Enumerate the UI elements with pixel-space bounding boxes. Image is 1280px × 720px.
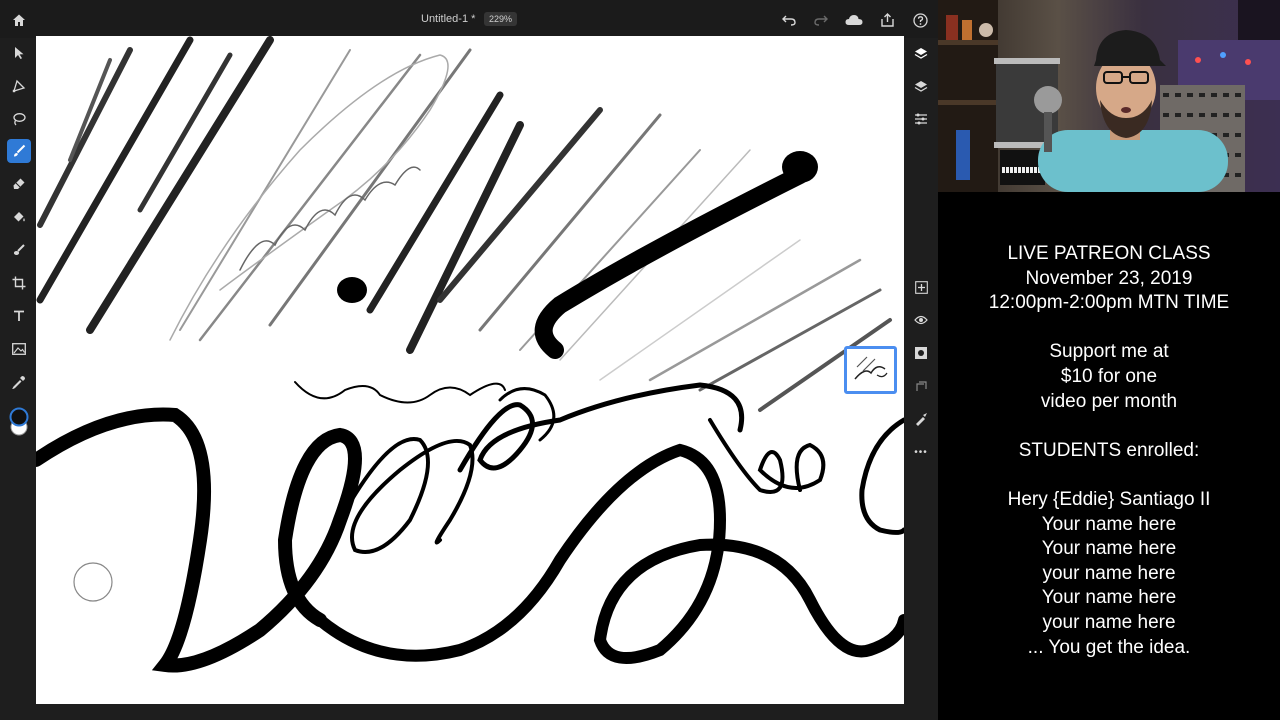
- text-icon[interactable]: [7, 304, 31, 328]
- student-name: Your name here: [1041, 587, 1177, 609]
- paint-adjust-icon[interactable]: [910, 408, 932, 430]
- help-icon[interactable]: [909, 9, 931, 31]
- paint-brush-icon[interactable]: [7, 139, 31, 163]
- webcam-image: [938, 0, 1280, 192]
- more-icon[interactable]: •••: [910, 441, 932, 463]
- select-icon[interactable]: [7, 41, 31, 65]
- lasso-icon[interactable]: [7, 107, 31, 131]
- drawing-canvas[interactable]: [36, 36, 904, 704]
- right-toolbar: •••: [905, 38, 938, 720]
- student-name: Your name here: [1041, 538, 1177, 560]
- artwork: [36, 36, 904, 673]
- student-name: Your name here: [1041, 513, 1177, 535]
- class-time: 12:00pm-2:00pm MTN TIME: [988, 292, 1230, 314]
- adjustments-icon[interactable]: [910, 108, 932, 130]
- redo-icon[interactable]: [810, 9, 832, 31]
- smudge-icon[interactable]: [7, 238, 31, 262]
- support-text-1: Support me at: [1049, 341, 1169, 363]
- cloud-icon[interactable]: [843, 9, 865, 31]
- class-info-panel: LIVE PATREON CLASS November 23, 2019 12:…: [938, 192, 1280, 720]
- transform-icon[interactable]: [7, 74, 31, 98]
- student-name: ... You get the idea.: [1027, 636, 1191, 658]
- left-toolbar: [0, 38, 38, 720]
- class-title: LIVE PATREON CLASS: [1007, 243, 1211, 264]
- layers-icon[interactable]: [910, 43, 932, 65]
- color-swatch-icon[interactable]: [7, 406, 31, 438]
- webcam-feed: [938, 0, 1280, 192]
- support-text-2: $10 for one: [1060, 365, 1158, 387]
- crop-icon[interactable]: [7, 271, 31, 295]
- clipping-icon[interactable]: [910, 375, 932, 397]
- undo-icon[interactable]: [778, 9, 800, 31]
- share-icon[interactable]: [876, 9, 898, 31]
- student-name: your name here: [1042, 611, 1176, 633]
- eraser-icon[interactable]: [7, 172, 31, 196]
- visibility-icon[interactable]: [910, 309, 932, 331]
- fill-icon[interactable]: [7, 205, 31, 229]
- layer-thumbnail[interactable]: [844, 346, 897, 394]
- home-icon[interactable]: [8, 9, 30, 31]
- zoom-level-badge[interactable]: 229%: [484, 12, 518, 26]
- document-title[interactable]: Untitled-1 *: [421, 13, 475, 25]
- class-date: November 23, 2019: [1025, 267, 1193, 289]
- fresco-app-window: Untitled-1 * 229% •••: [0, 0, 938, 720]
- support-text-3: video per month: [1040, 390, 1178, 412]
- students-heading: STUDENTS enrolled:: [1018, 439, 1200, 461]
- student-name: your name here: [1042, 562, 1176, 584]
- student-name: Hery {Eddie} Santiago II: [1007, 488, 1211, 510]
- eyedropper-icon[interactable]: [7, 370, 31, 394]
- top-bar: Untitled-1 * 229%: [0, 0, 938, 38]
- image-icon[interactable]: [7, 337, 31, 361]
- layer-properties-icon[interactable]: [910, 76, 932, 98]
- mask-icon[interactable]: [910, 342, 932, 364]
- add-layer-icon[interactable]: [910, 276, 932, 298]
